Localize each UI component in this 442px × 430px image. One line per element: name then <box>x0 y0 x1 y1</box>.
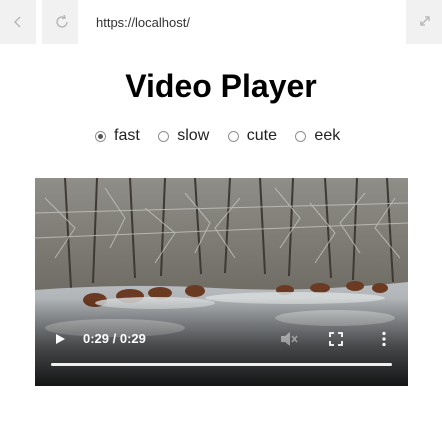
reload-button[interactable] <box>42 0 78 44</box>
video-player[interactable]: 0:29 / 0:29 <box>35 178 408 386</box>
speed-option-label: cute <box>246 127 277 144</box>
expand-diagonal-icon <box>420 16 430 26</box>
progress-fill <box>51 363 392 366</box>
speed-option-cute[interactable]: cute <box>227 127 277 145</box>
progress-bar[interactable] <box>51 363 392 366</box>
speed-option-label: fast <box>114 127 140 144</box>
expand-button[interactable] <box>406 0 442 44</box>
volume-muted-icon <box>281 332 298 346</box>
speed-option-slow[interactable]: slow <box>158 127 209 145</box>
time-display: 0:29 / 0:29 <box>83 331 146 346</box>
url-input[interactable] <box>82 0 402 44</box>
radio-eek[interactable] <box>295 130 307 142</box>
chevron-left-icon <box>14 16 21 28</box>
radio-slow[interactable] <box>158 130 170 142</box>
more-vertical-icon[interactable] <box>379 331 389 347</box>
page-title: Video Player <box>125 68 317 104</box>
reload-icon <box>56 14 68 28</box>
speed-option-fast[interactable]: fast <box>95 127 140 145</box>
radio-cute[interactable] <box>227 130 239 142</box>
speed-option-label: eek <box>314 127 341 144</box>
speed-radio-group: fast slow cute eek <box>95 127 354 147</box>
back-button[interactable] <box>0 0 36 44</box>
fullscreen-icon[interactable] <box>329 332 343 346</box>
radio-fast[interactable] <box>95 130 106 142</box>
speed-option-eek[interactable]: eek <box>295 127 340 145</box>
play-icon[interactable] <box>53 332 67 346</box>
speed-option-label: slow <box>177 127 210 144</box>
browser-toolbar <box>0 0 442 44</box>
